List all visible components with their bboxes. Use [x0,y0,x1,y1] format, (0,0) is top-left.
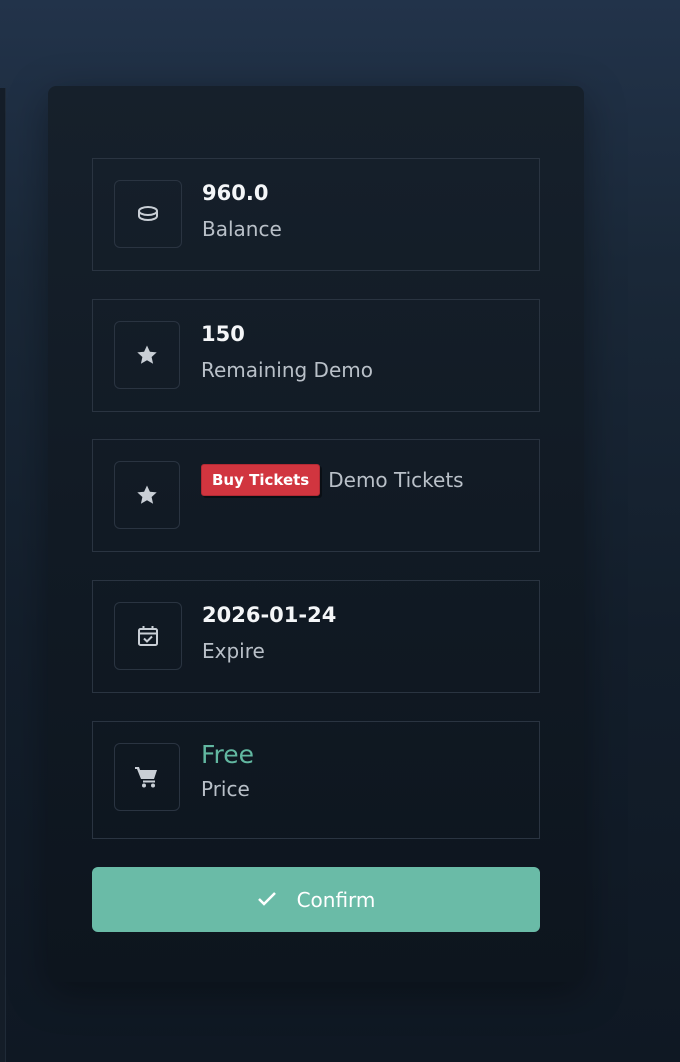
balance-label: Balance [202,217,282,241]
price-row: Free Price [92,721,540,839]
confirm-button[interactable]: Confirm [92,867,540,932]
calendar-check-icon [114,602,182,670]
coins-icon [114,180,182,248]
buy-tickets-button[interactable]: Buy Tickets [201,464,321,496]
remaining-demo-label: Remaining Demo [201,358,373,382]
side-panel-edge [0,88,6,1062]
star-icon [114,321,180,389]
expire-row: 2026-01-24 Expire [92,580,540,693]
remaining-demo-row: 150 Remaining Demo [92,299,540,412]
balance-row: 960.0 Balance [92,158,540,271]
check-icon [257,888,277,912]
balance-value: 960.0 [202,181,269,205]
expire-label: Expire [202,639,265,663]
cart-icon [114,743,180,811]
expire-value: 2026-01-24 [202,603,337,627]
subscription-card: 960.0 Balance 150 Remaining Demo Buy Tic… [48,86,584,982]
demo-tickets-label: Demo Tickets [328,468,464,492]
demo-tickets-row: Buy Tickets Demo Tickets [92,439,540,552]
price-label: Price [201,777,250,801]
confirm-label: Confirm [296,887,376,912]
remaining-demo-value: 150 [201,322,245,346]
price-value: Free [201,740,255,769]
star-icon [114,461,180,529]
